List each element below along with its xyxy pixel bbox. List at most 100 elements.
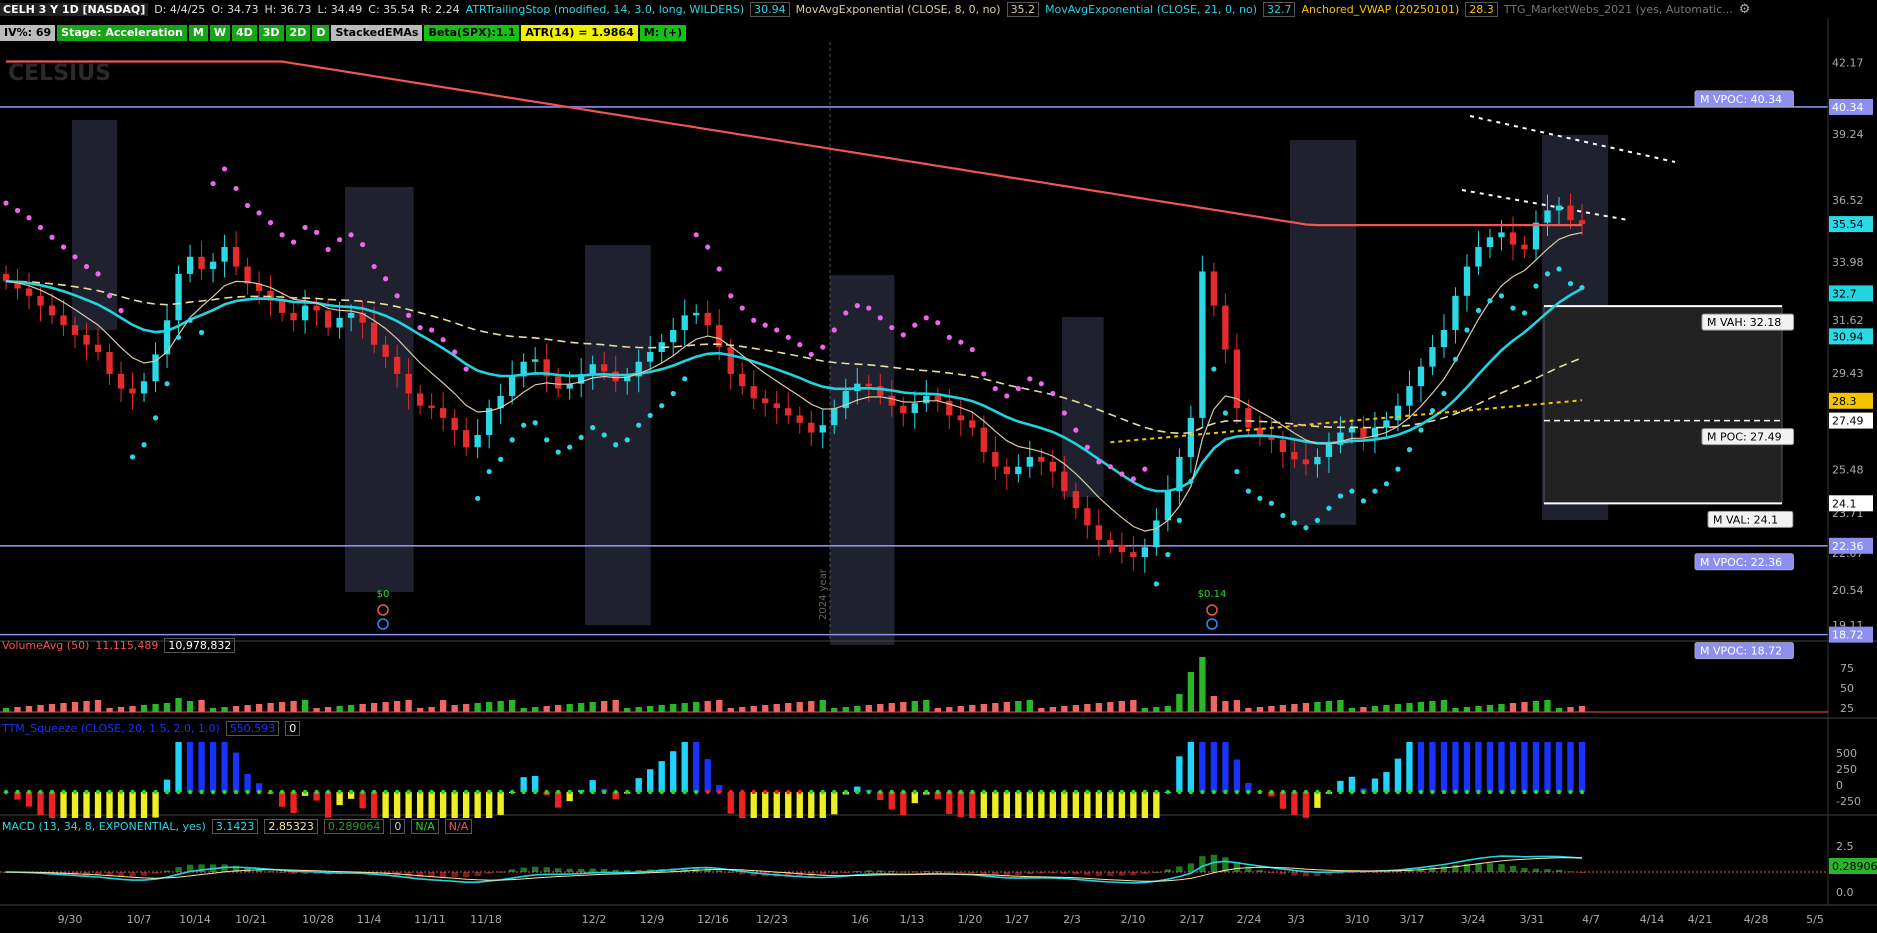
volume-bar	[416, 708, 424, 712]
squeeze-dot	[61, 789, 66, 795]
volume-bar	[1049, 707, 1056, 712]
settings-gear-icon[interactable]: ⚙	[1739, 2, 1751, 17]
close-readout: C: 35.54	[368, 2, 415, 16]
squeeze-dot	[786, 789, 791, 795]
candle-body	[370, 322, 378, 345]
volume-bar	[808, 701, 815, 712]
squeeze-dot	[176, 789, 181, 795]
volume-bar	[612, 700, 619, 712]
candle-body	[1429, 347, 1436, 367]
squeeze-dot	[153, 789, 158, 795]
candle-body	[785, 408, 792, 416]
volume-bar	[543, 706, 550, 712]
candle-body	[1348, 427, 1356, 433]
squeeze-histogram-bar	[1383, 772, 1390, 792]
squeeze-histogram-bar	[359, 792, 366, 809]
macd-histogram-bar	[416, 872, 424, 878]
squeeze-dot	[763, 789, 768, 795]
volume-bar	[681, 703, 688, 712]
squeeze-dot	[1326, 789, 1332, 795]
candle-body	[1567, 205, 1574, 221]
squeeze-histogram-bar	[762, 792, 769, 818]
symbol-label[interactable]: CELH 3 Y 1D [NASDAQ]	[0, 2, 149, 16]
volume-study-label[interactable]: VolumeAvg (50)	[2, 639, 89, 652]
atr-stop-dot	[26, 215, 32, 221]
marketwebs-study[interactable]: TTG_MarketWebs_2021 (yes, Automatic...	[1504, 3, 1733, 16]
squeeze-histogram-bar	[1440, 742, 1448, 792]
squeeze-histogram-bar	[1452, 742, 1459, 792]
macd-legend: MACD (13, 34, 8, EXPONENTIAL, yes) 3.142…	[2, 819, 478, 834]
squeeze-dot	[337, 789, 342, 795]
weekly-tag: W	[209, 25, 230, 41]
volume-profile-block	[1290, 140, 1357, 525]
date-readout: D: 4/4/25	[154, 2, 206, 16]
squeeze-histogram-bar	[1072, 792, 1080, 818]
study-header: CELH 3 Y 1D [NASDAQ] D: 4/4/25 O: 34.73 …	[0, 0, 1877, 18]
volume-bar	[1153, 707, 1160, 712]
atr-stop-dot	[613, 442, 619, 448]
squeeze-histogram-bar	[1176, 756, 1183, 792]
volume-bar	[785, 703, 792, 712]
atr-stop-dot	[14, 207, 21, 214]
macd-histogram-bar	[1095, 872, 1103, 876]
squeeze-histogram-bar	[83, 792, 90, 818]
squeeze-dot	[1269, 789, 1274, 795]
volume-bar	[2, 708, 10, 712]
squeeze-dot	[820, 789, 825, 795]
squeeze-dot	[1211, 789, 1217, 795]
squeeze-dot	[1338, 789, 1343, 795]
squeeze-study-label[interactable]: TTM_Squeeze (CLOSE, 20, 1.5, 2.0, 1.0)	[2, 722, 220, 735]
atr-stop-dot	[774, 327, 780, 333]
candle-body	[1291, 452, 1298, 460]
volume-bar	[106, 708, 113, 712]
price-tag-text: 35.54	[1832, 218, 1864, 231]
volume-bar	[1210, 696, 1218, 712]
atr-stop-dot	[1280, 512, 1286, 519]
atr-stop-dot	[900, 332, 906, 338]
volume-bar	[1072, 705, 1080, 712]
atr-stop-dot	[1441, 390, 1447, 397]
squeeze-dot	[1131, 789, 1136, 795]
ema8-study[interactable]: MovAvgExponential (CLOSE, 8, 0, no)	[796, 3, 1001, 16]
atr-stop-dot	[1452, 356, 1459, 362]
macd-histogram-bar	[1486, 863, 1494, 872]
macd-histogram-bar	[175, 867, 182, 872]
volume-bar	[762, 705, 769, 712]
squeeze-dot	[279, 789, 285, 795]
vwap-study[interactable]: Anchored_VWAP (20250101)	[1301, 3, 1459, 16]
atr-stop-dot	[935, 320, 941, 326]
squeeze-dot	[544, 789, 549, 795]
candle-body	[762, 398, 769, 404]
squeeze-histogram-bar	[1233, 759, 1241, 792]
candle-body	[48, 305, 56, 316]
volume-bar	[1118, 701, 1126, 712]
volume-bar	[1015, 701, 1022, 712]
atr-stop-dot	[383, 276, 389, 282]
volume-bar	[48, 704, 56, 712]
date-axis-tick: 4/7	[1582, 913, 1600, 926]
high-readout: H: 36.73	[264, 2, 312, 16]
candle-body	[94, 344, 102, 352]
macd-study-label[interactable]: MACD (13, 34, 8, EXPONENTIAL, yes)	[2, 820, 206, 833]
price-axis-tick: 31.62	[1832, 314, 1864, 327]
volume-bar	[60, 703, 67, 712]
candle-body	[1072, 491, 1080, 509]
squeeze-dot	[1487, 789, 1493, 795]
squeeze-dot	[717, 789, 722, 795]
squeeze-dot	[889, 789, 894, 795]
volume-bar	[1452, 708, 1459, 712]
squeeze-histogram-bar	[739, 792, 746, 818]
chart-canvas[interactable]: CELSIUS 2024 year $0 $0.14 M VPOC: 40.34 M …	[0, 0, 1877, 933]
squeeze-histogram-bar	[175, 742, 182, 792]
volume-bar	[83, 701, 90, 712]
macd-tag-text: 0.28906	[1832, 860, 1877, 873]
date-axis-tick: 2/17	[1180, 913, 1205, 926]
candle-body	[739, 373, 746, 387]
squeeze-dot	[958, 789, 964, 795]
ema21-study[interactable]: MovAvgExponential (CLOSE, 21, 0, no)	[1045, 3, 1257, 16]
atr-stop-study[interactable]: ATRTrailingStop (modified, 14, 3.0, long…	[466, 3, 744, 16]
date-axis-tick: 3/3	[1287, 913, 1305, 926]
atr-stop-dot	[578, 434, 584, 441]
level-label-text: M POC: 27.49	[1707, 431, 1782, 444]
candle[interactable]	[1199, 255, 1206, 427]
